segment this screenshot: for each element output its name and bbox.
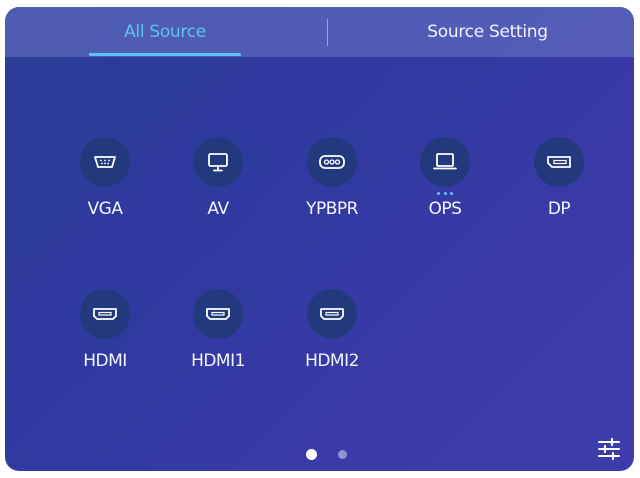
source-ypbpr[interactable]: YPBPR [282,137,382,247]
source-panel: All Source Source Setting VGA AV YPBPR O… [5,7,634,471]
displayport-icon [534,137,584,187]
active-source-indicator [437,192,453,195]
settings-button[interactable] [595,435,623,463]
source-label: OPS [428,199,462,219]
hdmi-port-icon [80,289,130,339]
page-dot-2[interactable] [338,450,347,459]
source-label: HDMI [83,351,127,371]
tab-all-source-label: All Source [124,22,206,42]
sliders-icon [598,437,620,461]
source-label: YPBPR [306,199,358,219]
laptop-icon [420,137,470,187]
tab-bar: All Source Source Setting [5,7,634,57]
source-label: AV [207,199,229,219]
source-label: VGA [87,199,123,219]
source-dp[interactable]: DP [509,137,609,247]
source-label: HDMI2 [305,351,359,371]
source-av[interactable]: AV [168,137,268,247]
hdmi-port-icon [193,289,243,339]
source-label: DP [547,199,571,219]
page-dot-1[interactable] [306,449,317,460]
active-tab-indicator [89,53,241,56]
source-hdmi2[interactable]: HDMI2 [282,289,382,399]
source-ops[interactable]: OPS [395,137,495,247]
source-label: HDMI1 [191,351,245,371]
tab-divider [327,19,328,46]
tab-source-setting[interactable]: Source Setting [405,7,570,57]
source-hdmi1[interactable]: HDMI1 [168,289,268,399]
tab-source-setting-label: Source Setting [427,22,548,42]
monitor-icon [193,137,243,187]
vga-port-icon [80,137,130,187]
tab-all-source[interactable]: All Source [85,7,245,57]
source-vga[interactable]: VGA [55,137,155,247]
hdmi-port-icon [307,289,357,339]
component-port-icon [307,137,357,187]
source-hdmi[interactable]: HDMI [55,289,155,399]
